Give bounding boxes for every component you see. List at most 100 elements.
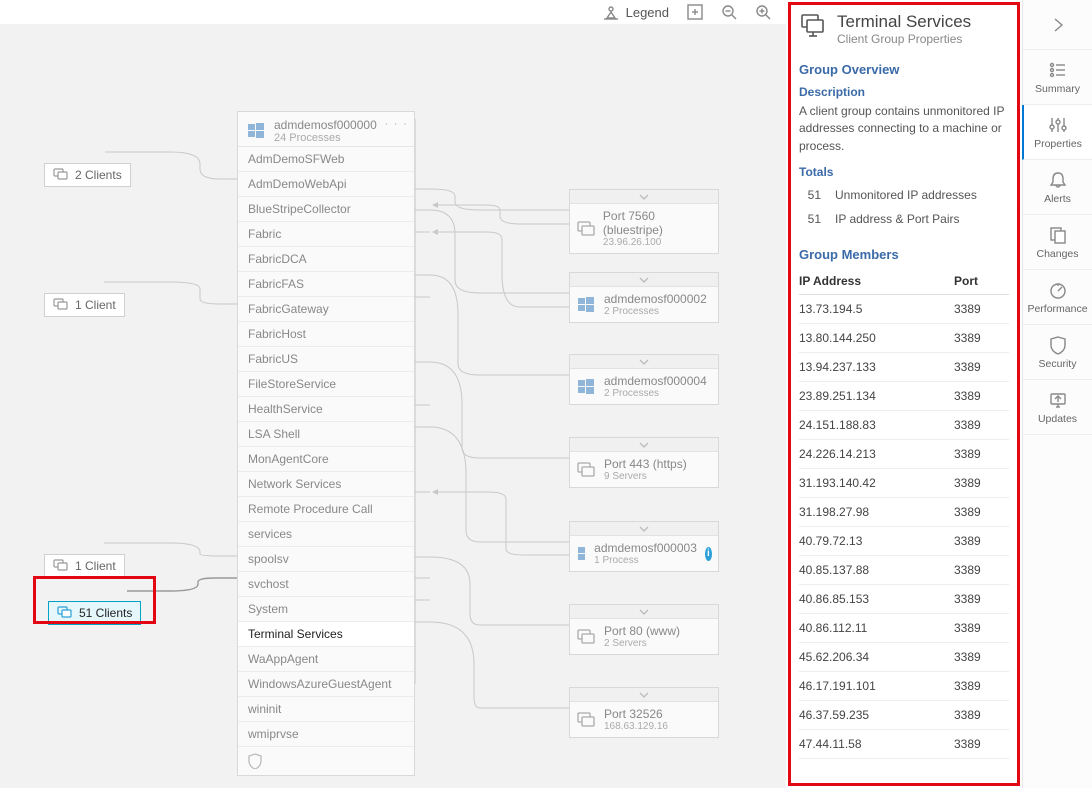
machine-header[interactable]: admdemosf000000 24 Processes · · · [238,112,414,147]
process-row[interactable]: Network Services [238,472,414,497]
totals-text: IP address & Port Pairs [835,212,960,226]
dep-title: admdemosf000004 [604,374,707,388]
table-row[interactable]: 40.86.112.11 3389 [799,614,1009,643]
th-port: Port [954,268,1009,295]
table-row[interactable]: 13.73.194.5 3389 [799,295,1009,324]
windows-icon [576,544,586,564]
machine-footer [238,747,414,775]
rail-tab-alerts[interactable]: Alerts [1023,160,1092,215]
chevron-right-icon [1049,16,1067,34]
process-row[interactable]: FabricUS [238,347,414,372]
process-row[interactable]: WaAppAgent [238,647,414,672]
client-group-chip[interactable]: 2 Clients [44,163,131,187]
cell-ip: 24.226.14.213 [799,440,954,469]
dependency-map-canvas[interactable]: 2 Clients 1 Client 1 Client 51 Clients a… [0,24,786,788]
cell-port: 3389 [954,643,1009,672]
process-row[interactable]: System [238,597,414,622]
cell-ip: 13.73.194.5 [799,295,954,324]
process-row[interactable]: FabricGateway [238,297,414,322]
client-group-chip[interactable]: 1 Client [44,554,125,578]
cell-port: 3389 [954,411,1009,440]
dependency-node[interactable]: Port 443 (https) 9 Servers [569,437,719,488]
cell-ip: 47.44.11.58 [799,730,954,759]
expand-bar[interactable] [570,605,718,619]
process-row[interactable]: Remote Procedure Call [238,497,414,522]
expand-bar[interactable] [570,522,718,536]
process-row[interactable]: BlueStripeCollector [238,197,414,222]
rail-tab-updates[interactable]: Updates [1023,380,1092,435]
dependency-node[interactable]: Port 7560 (bluestripe) 23.96.26.100 [569,189,719,254]
overview-heading: Group Overview [799,62,1009,77]
process-row[interactable]: svchost [238,572,414,597]
zoom-out-button[interactable] [721,4,737,20]
table-row[interactable]: 40.79.72.13 3389 [799,527,1009,556]
process-row[interactable]: FabricHost [238,322,414,347]
process-row[interactable]: LSA Shell [238,422,414,447]
process-row[interactable]: wmiprvse [238,722,414,747]
dependency-node[interactable]: Port 80 (www) 2 Servers [569,604,719,655]
cell-ip: 46.37.59.235 [799,701,954,730]
rail-expand[interactable] [1023,0,1092,50]
table-row[interactable]: 46.17.191.101 3389 [799,672,1009,701]
machine-menu-icon[interactable]: · · · [384,116,408,130]
table-row[interactable]: 46.37.59.235 3389 [799,701,1009,730]
table-row[interactable]: 13.80.144.250 3389 [799,324,1009,353]
client-group-chip[interactable]: 51 Clients [48,601,141,625]
process-row[interactable]: WindowsAzureGuestAgent [238,672,414,697]
process-row[interactable]: Fabric [238,222,414,247]
fit-button[interactable] [687,4,703,20]
rail-label: Properties [1034,138,1082,150]
table-row[interactable]: 40.85.137.88 3389 [799,556,1009,585]
machine-node[interactable]: admdemosf000000 24 Processes · · · AdmDe… [237,111,415,776]
table-row[interactable]: 40.86.85.153 3389 [799,585,1009,614]
table-row[interactable]: 13.94.237.133 3389 [799,353,1009,382]
rail-tab-changes[interactable]: Changes [1023,215,1092,270]
alerts-icon [1048,170,1068,190]
expand-bar[interactable] [570,190,718,204]
expand-bar[interactable] [570,688,718,702]
info-icon[interactable]: i [705,547,712,561]
table-row[interactable]: 45.62.206.34 3389 [799,643,1009,672]
dependency-node[interactable]: Port 32526 168.63.129.16 [569,687,719,738]
process-row[interactable]: services [238,522,414,547]
process-row[interactable]: MonAgentCore [238,447,414,472]
toolbar: Legend [0,0,786,24]
table-row[interactable]: 23.89.251.134 3389 [799,382,1009,411]
server-group-icon [576,711,596,729]
table-row[interactable]: 47.44.11.58 3389 [799,730,1009,759]
process-row[interactable]: wininit [238,697,414,722]
process-row[interactable]: FabricDCA [238,247,414,272]
process-row[interactable]: Terminal Services [238,622,414,647]
process-row[interactable]: AdmDemoSFWeb [238,147,414,172]
process-row[interactable]: AdmDemoWebApi [238,172,414,197]
dependency-node[interactable]: admdemosf000003 1 Process i [569,521,719,572]
cell-ip: 13.80.144.250 [799,324,954,353]
process-row[interactable]: FabricFAS [238,272,414,297]
dependency-node[interactable]: admdemosf000004 2 Processes [569,354,719,405]
client-group-icon [57,606,73,620]
performance-icon [1048,280,1068,300]
process-row[interactable]: HealthService [238,397,414,422]
expand-bar[interactable] [570,273,718,287]
expand-bar[interactable] [570,355,718,369]
rail-tab-properties[interactable]: Properties [1022,105,1092,160]
zoom-in-button[interactable] [755,4,771,20]
table-row[interactable]: 31.198.27.98 3389 [799,498,1009,527]
rail-tab-performance[interactable]: Performance [1023,270,1092,325]
client-group-icon [53,559,69,573]
table-row[interactable]: 24.226.14.213 3389 [799,440,1009,469]
client-group-chip[interactable]: 1 Client [44,293,125,317]
client-group-icon [799,12,827,40]
process-row[interactable]: spoolsv [238,547,414,572]
legend-button[interactable]: Legend [602,3,669,21]
expand-bar[interactable] [570,438,718,452]
windows-icon [246,121,266,141]
rail-tab-summary[interactable]: Summary [1023,50,1092,105]
dependency-node[interactable]: admdemosf000002 2 Processes [569,272,719,323]
dep-title: Port 7560 (bluestripe) [603,209,712,237]
table-row[interactable]: 31.193.140.42 3389 [799,469,1009,498]
cell-port: 3389 [954,701,1009,730]
rail-tab-security[interactable]: Security [1023,325,1092,380]
table-row[interactable]: 24.151.188.83 3389 [799,411,1009,440]
process-row[interactable]: FileStoreService [238,372,414,397]
